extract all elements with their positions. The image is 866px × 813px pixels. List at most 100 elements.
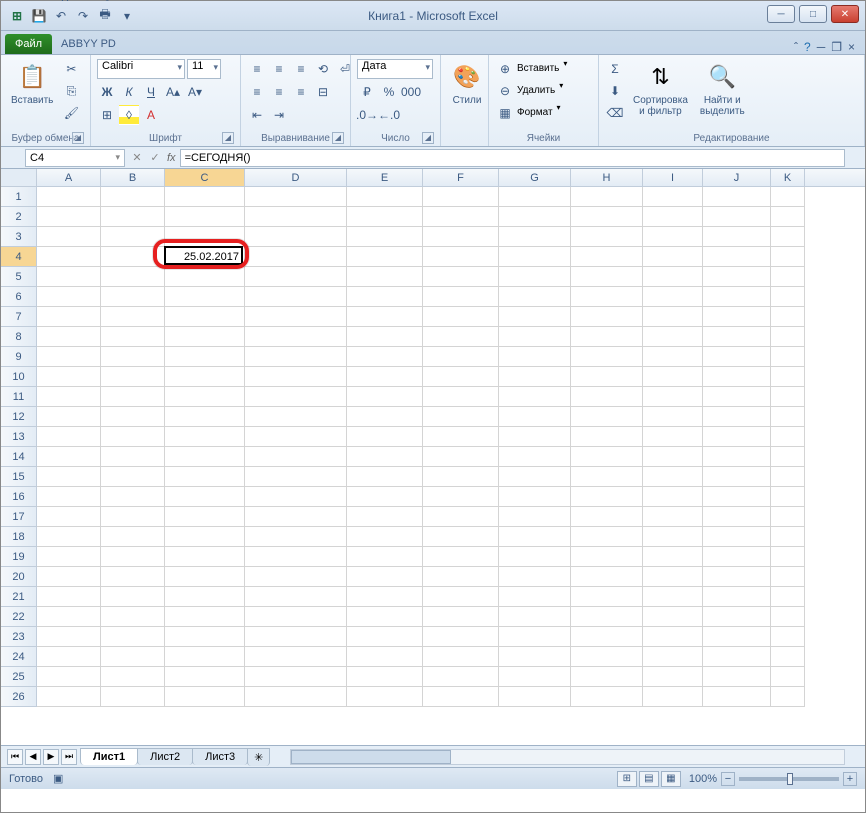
cell-A3[interactable] xyxy=(37,227,101,247)
cell-B12[interactable] xyxy=(101,407,165,427)
scroll-thumb[interactable] xyxy=(291,750,451,764)
cell-H18[interactable] xyxy=(571,527,643,547)
cell-I17[interactable] xyxy=(643,507,703,527)
zoom-in-button[interactable]: + xyxy=(843,772,857,786)
sheet-next-icon[interactable]: ▶ xyxy=(43,749,59,765)
row-header-10[interactable]: 10 xyxy=(1,367,37,387)
cell-C1[interactable] xyxy=(165,187,245,207)
cell-H20[interactable] xyxy=(571,567,643,587)
cell-F20[interactable] xyxy=(423,567,499,587)
cell-K2[interactable] xyxy=(771,207,805,227)
cell-C2[interactable] xyxy=(165,207,245,227)
cell-E8[interactable] xyxy=(347,327,423,347)
cell-A8[interactable] xyxy=(37,327,101,347)
qat-customize-icon[interactable]: ▾ xyxy=(117,6,137,26)
cell-J26[interactable] xyxy=(703,687,771,707)
align-bottom-icon[interactable]: ≡ xyxy=(291,59,311,79)
cell-F1[interactable] xyxy=(423,187,499,207)
col-header-B[interactable]: B xyxy=(101,169,165,186)
cell-E12[interactable] xyxy=(347,407,423,427)
cell-D4[interactable] xyxy=(245,247,347,267)
cell-J18[interactable] xyxy=(703,527,771,547)
cell-H9[interactable] xyxy=(571,347,643,367)
cell-C17[interactable] xyxy=(165,507,245,527)
cell-D15[interactable] xyxy=(245,467,347,487)
excel-icon[interactable]: ⊞ xyxy=(7,6,27,26)
row-header-12[interactable]: 12 xyxy=(1,407,37,427)
cell-G12[interactable] xyxy=(499,407,571,427)
cell-K10[interactable] xyxy=(771,367,805,387)
col-header-J[interactable]: J xyxy=(703,169,771,186)
underline-button[interactable]: Ч xyxy=(141,82,161,102)
cell-B17[interactable] xyxy=(101,507,165,527)
horizontal-scrollbar[interactable] xyxy=(290,749,845,765)
cell-B10[interactable] xyxy=(101,367,165,387)
accounting-format-icon[interactable]: ₽ xyxy=(357,82,377,102)
cell-I8[interactable] xyxy=(643,327,703,347)
cell-D16[interactable] xyxy=(245,487,347,507)
merge-icon[interactable]: ⊟ xyxy=(313,82,333,102)
cell-E2[interactable] xyxy=(347,207,423,227)
cell-I7[interactable] xyxy=(643,307,703,327)
cell-E3[interactable] xyxy=(347,227,423,247)
fill-color-icon[interactable]: ◊ xyxy=(119,105,139,125)
cell-B15[interactable] xyxy=(101,467,165,487)
cell-D17[interactable] xyxy=(245,507,347,527)
row-header-22[interactable]: 22 xyxy=(1,607,37,627)
cell-A13[interactable] xyxy=(37,427,101,447)
cell-H13[interactable] xyxy=(571,427,643,447)
cell-A24[interactable] xyxy=(37,647,101,667)
cell-H11[interactable] xyxy=(571,387,643,407)
cell-G14[interactable] xyxy=(499,447,571,467)
cell-B18[interactable] xyxy=(101,527,165,547)
cell-F10[interactable] xyxy=(423,367,499,387)
cell-E23[interactable] xyxy=(347,627,423,647)
cell-F21[interactable] xyxy=(423,587,499,607)
cell-G8[interactable] xyxy=(499,327,571,347)
cell-F19[interactable] xyxy=(423,547,499,567)
row-header-16[interactable]: 16 xyxy=(1,487,37,507)
cell-C11[interactable] xyxy=(165,387,245,407)
cell-G25[interactable] xyxy=(499,667,571,687)
cell-J1[interactable] xyxy=(703,187,771,207)
percent-format-icon[interactable]: % xyxy=(379,82,399,102)
cell-J20[interactable] xyxy=(703,567,771,587)
cell-K5[interactable] xyxy=(771,267,805,287)
cell-J25[interactable] xyxy=(703,667,771,687)
cell-G15[interactable] xyxy=(499,467,571,487)
file-tab[interactable]: Файл xyxy=(5,34,52,54)
cell-F26[interactable] xyxy=(423,687,499,707)
cell-I1[interactable] xyxy=(643,187,703,207)
zoom-level[interactable]: 100% xyxy=(689,773,717,785)
cell-C7[interactable] xyxy=(165,307,245,327)
cell-J3[interactable] xyxy=(703,227,771,247)
col-header-D[interactable]: D xyxy=(245,169,347,186)
cell-G20[interactable] xyxy=(499,567,571,587)
cell-I23[interactable] xyxy=(643,627,703,647)
align-left-icon[interactable]: ≡ xyxy=(247,82,267,102)
cell-F23[interactable] xyxy=(423,627,499,647)
cell-F4[interactable] xyxy=(423,247,499,267)
cell-D25[interactable] xyxy=(245,667,347,687)
cell-C15[interactable] xyxy=(165,467,245,487)
minimize-button[interactable]: ─ xyxy=(767,5,795,23)
number-format-combo[interactable]: Дата xyxy=(357,59,433,79)
cell-J9[interactable] xyxy=(703,347,771,367)
cell-E11[interactable] xyxy=(347,387,423,407)
cell-A21[interactable] xyxy=(37,587,101,607)
paste-button[interactable]: 📋 Вставить xyxy=(7,59,57,108)
cell-E22[interactable] xyxy=(347,607,423,627)
cell-H5[interactable] xyxy=(571,267,643,287)
cell-K14[interactable] xyxy=(771,447,805,467)
row-header-1[interactable]: 1 xyxy=(1,187,37,207)
cell-E4[interactable] xyxy=(347,247,423,267)
cell-D6[interactable] xyxy=(245,287,347,307)
cell-B25[interactable] xyxy=(101,667,165,687)
cell-B6[interactable] xyxy=(101,287,165,307)
cell-J6[interactable] xyxy=(703,287,771,307)
cell-G7[interactable] xyxy=(499,307,571,327)
font-color-icon[interactable]: A xyxy=(141,105,161,125)
cell-E10[interactable] xyxy=(347,367,423,387)
cell-E15[interactable] xyxy=(347,467,423,487)
cell-B23[interactable] xyxy=(101,627,165,647)
